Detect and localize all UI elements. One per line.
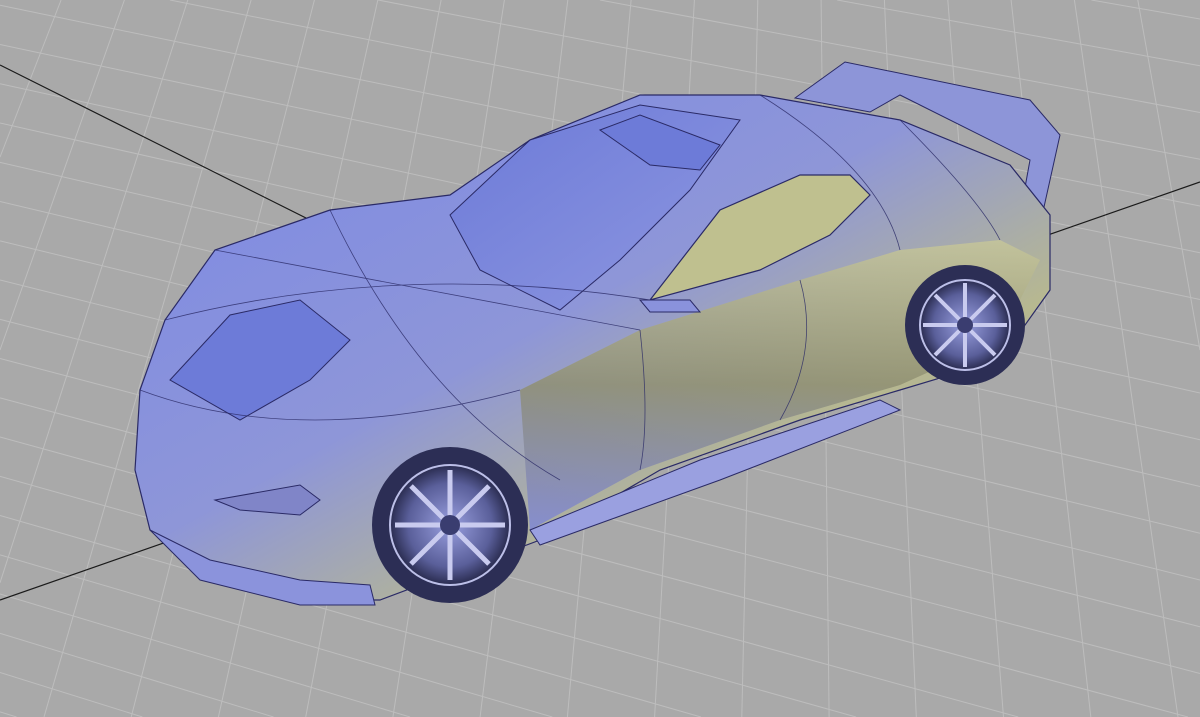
grid-line bbox=[1091, 0, 1200, 19]
grid-line bbox=[1074, 0, 1178, 717]
mirror bbox=[640, 300, 700, 312]
grid-line bbox=[0, 633, 274, 717]
3d-viewport[interactable] bbox=[0, 0, 1200, 717]
grid-line bbox=[1138, 0, 1200, 350]
grid-line bbox=[0, 0, 61, 157]
grid-line bbox=[0, 0, 124, 350]
grid-line bbox=[0, 712, 17, 717]
grid-line bbox=[0, 673, 142, 717]
scene bbox=[0, 0, 1200, 717]
rear-wheel bbox=[905, 265, 1025, 385]
front-wheel bbox=[372, 447, 528, 603]
